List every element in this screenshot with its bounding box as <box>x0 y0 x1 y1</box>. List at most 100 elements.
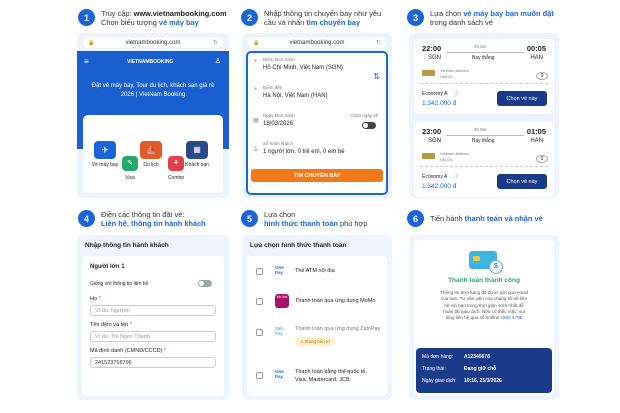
return-date-label: Chọn ngày về <box>350 113 378 118</box>
step-2-badge: 2 <box>241 9 258 26</box>
search-flight-button[interactable]: TÌM CHUYẾN BAY <box>251 169 383 182</box>
tour-icon[interactable]: ⛵ <box>140 141 162 159</box>
payment-label: Thẻ ATM nội địa <box>295 268 335 274</box>
search-form: ✈ Điểm khởi hành Hồ Chí Minh, Việt Nam (… <box>246 51 388 195</box>
date-label: Ngày khởi hành <box>263 113 295 118</box>
select-flight-button[interactable]: Chọn vé này <box>497 91 547 106</box>
step-5-caption: Lựa chọn hình thức thanh toán phù hợp <box>264 210 368 228</box>
success-message: Thông tin đơn hàng đã được gửi qua email… <box>440 290 528 321</box>
step-3-caption: Lựa chọn vé máy bay bạn muốn đặt trong da… <box>430 9 554 27</box>
step-3-badge: 3 <box>407 9 424 26</box>
step-1-badge: 1 <box>78 9 95 26</box>
lock-icon: 🔒 <box>253 39 260 46</box>
to-field[interactable]: Hà Nội, Việt Nam (HAN) <box>263 93 328 99</box>
id-input[interactable]: 241523768796 <box>90 357 216 368</box>
route-line <box>446 135 524 136</box>
info-icon[interactable]: ⓘ <box>454 173 459 180</box>
step-5-badge: 5 <box>241 210 258 227</box>
order-summary: Mã đơn hàng: A12345678 Trạng thái: Đang … <box>416 348 552 393</box>
to-code: HAN <box>530 138 543 144</box>
airline-name: Vietnam Airlines <box>440 151 469 156</box>
price: 1.342.000 đ <box>422 183 457 190</box>
duration: 2h 5m <box>474 127 487 132</box>
select-flight-button[interactable]: Chọn vé này <box>497 174 547 189</box>
arr-time: 00:05 <box>526 44 546 53</box>
airline-logo <box>422 70 435 76</box>
info-icon[interactable]: ⓘ <box>454 90 459 97</box>
combo-icon[interactable]: ⚘ <box>168 156 184 171</box>
step-3-screen: 22:00 2h 5m Bay thẳng 00:05 SGN HAN Viet… <box>409 33 559 198</box>
swap-icon[interactable]: ⇅ <box>373 72 380 81</box>
payment-radio[interactable] <box>256 298 263 305</box>
payment-radio[interactable] <box>256 372 263 379</box>
divider <box>420 83 548 84</box>
first-name-label: Tên đệm và tên <box>90 322 129 328</box>
plane-icon[interactable]: ✈ <box>94 141 116 159</box>
result-panel: $ Thanh toán thành công Thông tin đơn hà… <box>414 240 554 395</box>
baggage-icon[interactable]: 0 <box>536 155 548 163</box>
step-4-caption: Điền các thông tin đặt vé: Liên hệ, thông… <box>101 210 206 228</box>
step-5-screen: Lựa chọn hình thức thanh toán One Pay Th… <box>242 235 392 400</box>
airline-name: Vietnam Airlines <box>440 68 469 73</box>
arr-time: 01:05 <box>526 127 546 136</box>
required-mark: * <box>98 296 101 302</box>
step-4-screen: Nhập thông tin hành khách Người lớn 1 Gi… <box>77 235 229 400</box>
payment-radio[interactable] <box>256 329 263 336</box>
order-time: 10:16, 25/3/2026 <box>464 378 502 384</box>
menu-icon[interactable]: ≡ <box>84 57 89 66</box>
hotline-link[interactable]: 1900 4796 <box>500 315 522 320</box>
step-6-badge: 6 <box>407 210 424 227</box>
step-6-screen: $ Thanh toán thành công Thông tin đơn hà… <box>409 235 559 400</box>
flight-type: Bay thẳng <box>472 138 495 144</box>
step-1-screen: 🔒 vietnambooking.com ↻ ≡ VIETNAMBOOKING ♙ … <box>77 33 229 198</box>
user-icon[interactable]: ♙ <box>215 57 221 65</box>
flight-card[interactable]: 22:00 2h 5m Bay thẳng 00:05 SGN HAN Viet… <box>414 39 554 114</box>
calendar-icon: ▤ <box>253 118 259 124</box>
route-line <box>446 52 524 53</box>
order-label: Mã đơn hàng: <box>422 354 454 360</box>
service-hotel-label: Khách sạn <box>185 162 209 168</box>
visa-icon[interactable]: ✎ <box>122 156 138 171</box>
flight-card[interactable]: 23:00 2h 5m Bay thẳng 01:05 SGN HAN Viet… <box>414 122 554 197</box>
price: 1.342.000 đ <box>422 100 457 107</box>
pax-field[interactable]: 1 người lớn, 0 trẻ em, 0 em bé <box>263 149 345 155</box>
payment-option-card[interactable]: One Pay Thanh toán bằng thẻ quốc tế, Vis… <box>247 360 387 394</box>
time-label: Ngày giao dịch: <box>422 378 457 384</box>
payment-option-atm[interactable]: One Pay Thẻ ATM nội địa <box>247 256 387 286</box>
payment-label: Thanh toán qua ứng dụng MoMo <box>295 298 376 304</box>
service-visa-label: Visa <box>125 175 135 181</box>
same-as-contact-toggle[interactable] <box>198 280 212 287</box>
lock-icon: 🔒 <box>88 39 95 46</box>
flight-code: VN276 <box>440 157 453 162</box>
from-code: SGN <box>428 55 442 61</box>
baggage-icon[interactable]: 0 <box>536 72 548 80</box>
order-id: A12345678 <box>464 354 490 360</box>
address-bar[interactable]: 🔒 vietnambooking.com ↻ <box>83 37 223 48</box>
banner-line-1: Đặt vé máy bay, Tour du lịch, khách sạn … <box>91 83 215 89</box>
depart-date-field[interactable]: 18/03/2026 <box>263 121 293 127</box>
payment-option-zalopay[interactable]: Zalo Pay Thanh toán qua ứng dụng ZaloPay… <box>247 318 387 358</box>
last-name-input[interactable]: Ví dụ: Nguyen <box>90 305 216 316</box>
flight-type: Bay thẳng <box>472 55 495 61</box>
site-logo[interactable]: VIETNAMBOOKING <box>127 59 173 65</box>
return-toggle[interactable] <box>362 122 376 129</box>
section-title: Nhập thông tin hành khách <box>85 242 169 249</box>
plane-landing-icon: ✈ <box>254 86 258 91</box>
pax-label: Số hành khách <box>263 141 294 146</box>
id-label: Mã định danh (CMND/CCCD) <box>90 348 163 354</box>
from-code: SGN <box>428 138 442 144</box>
required-mark: * <box>163 348 167 354</box>
reload-icon: ↻ <box>375 40 381 46</box>
step-2-caption: Nhập thông tin chuyến bay như yêu cầu và … <box>264 9 382 27</box>
onepay-logo-icon: One Pay <box>275 265 284 275</box>
hotel-icon[interactable]: ▦ <box>186 141 208 159</box>
from-field[interactable]: Hồ Chí Minh, Việt Nam (SGN) <box>263 65 343 71</box>
maintenance-badge: ⚠ Đang bảo trì <box>295 337 336 346</box>
flight-code: VN224 <box>440 74 453 79</box>
payment-option-momo[interactable]: Mo Mo Thanh toán qua ứng dụng MoMo <box>247 287 387 317</box>
passenger-icon: ♙ <box>253 147 259 153</box>
address-bar[interactable]: 🔒 vietnambooking.com ↻ <box>248 37 386 48</box>
first-name-input[interactable]: Ví dụ: Thi Ngoc Thanh <box>90 331 216 342</box>
payment-radio[interactable] <box>256 268 263 275</box>
step-4-badge: 4 <box>78 210 95 227</box>
